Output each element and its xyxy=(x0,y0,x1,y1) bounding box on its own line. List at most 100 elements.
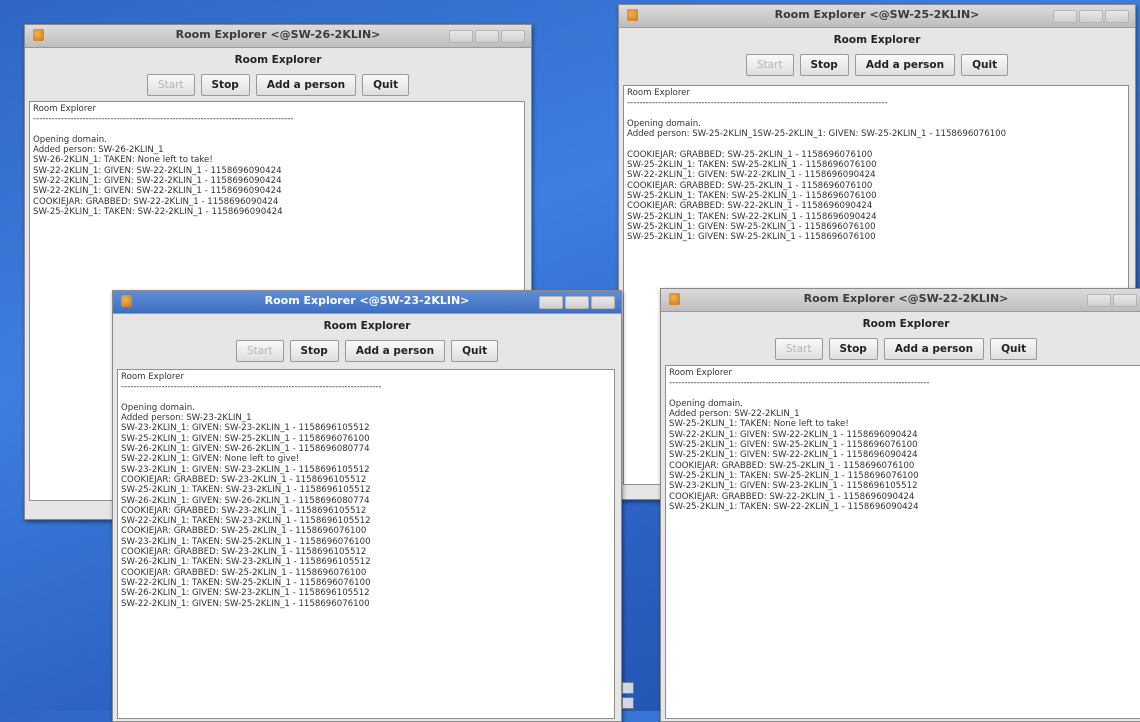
log-line: Added person: SW-23-2KLIN_1 xyxy=(121,413,252,424)
log-line: SW-25-2KLIN_1: TAKEN: SW-25-2KLIN_1 - 11… xyxy=(627,190,877,201)
add-person-button[interactable]: Add a person xyxy=(255,74,357,96)
log-line: SW-22-2KLIN_1: GIVEN: SW-22-2KLIN_1 - 11… xyxy=(669,429,918,440)
window-controls xyxy=(1053,10,1129,23)
minimize-icon[interactable] xyxy=(1087,294,1111,307)
window-sw-22[interactable]: Room Explorer <@SW-22-2KLIN> Room Explor… xyxy=(660,288,1140,722)
title-bar[interactable]: Room Explorer <@SW-25-2KLIN> xyxy=(619,5,1135,28)
log-line: SW-23-2KLIN_1: GIVEN: SW-23-2KLIN_1 - 11… xyxy=(669,481,918,492)
log-line: Added person: SW-26-2KLIN_1 xyxy=(33,145,164,156)
log-line: SW-23-2KLIN_1: GIVEN: SW-23-2KLIN_1 - 11… xyxy=(121,464,370,475)
log-line: SW-22-2KLIN_1: GIVEN: SW-22-2KLIN_1 - 11… xyxy=(33,186,282,197)
title-bar[interactable]: Room Explorer <@SW-23-2KLIN> xyxy=(113,291,621,314)
quit-button[interactable]: Quit xyxy=(961,54,1009,76)
log-line: Room Explorer xyxy=(669,368,732,378)
log-line: SW-25-2KLIN_1: TAKEN: SW-23-2KLIN_1 - 11… xyxy=(121,485,371,496)
minimize-icon[interactable] xyxy=(449,30,473,43)
maximize-icon[interactable] xyxy=(1113,294,1137,307)
log-line: COOKIEJAR: GRABBED: SW-22-2KLIN_1 - 1158… xyxy=(33,196,279,207)
log-line: SW-25-2KLIN_1: TAKEN: SW-22-2KLIN_1 - 11… xyxy=(33,206,283,217)
log-line: SW-25-2KLIN_1: TAKEN: SW-22-2KLIN_1 - 11… xyxy=(669,501,919,512)
log-line: Opening domain. xyxy=(627,118,701,129)
add-person-button[interactable]: Add a person xyxy=(883,338,985,360)
toolbar: Start Stop Add a person Quit xyxy=(25,74,531,96)
minimize-icon[interactable] xyxy=(1053,10,1077,23)
log-line: COOKIEJAR: GRABBED: SW-25-2KLIN_1 - 1158… xyxy=(669,460,915,471)
maximize-icon[interactable] xyxy=(1079,10,1103,23)
log-line: SW-26-2KLIN_1: GIVEN: SW-26-2KLIN_1 - 11… xyxy=(121,444,370,455)
stop-button[interactable]: Stop xyxy=(200,74,250,96)
add-person-button[interactable]: Add a person xyxy=(854,54,956,76)
toolbar: Start Stop Add a person Quit xyxy=(113,340,621,362)
log-line: SW-25-2KLIN_1: GIVEN: SW-25-2KLIN_1 - 11… xyxy=(627,232,876,243)
start-button[interactable]: Start xyxy=(146,74,195,96)
quit-button[interactable]: Quit xyxy=(362,74,410,96)
maximize-icon[interactable] xyxy=(565,296,589,309)
window-controls xyxy=(539,296,615,309)
start-button[interactable]: Start xyxy=(745,54,794,76)
log-line: ----------------------------------------… xyxy=(33,114,294,125)
log-line: COOKIEJAR: GRABBED: SW-25-2KLIN_1 - 1158… xyxy=(121,567,367,578)
stop-button[interactable]: Stop xyxy=(828,338,878,360)
log-line: SW-26-2KLIN_1: GIVEN: SW-23-2KLIN_1 - 11… xyxy=(121,588,370,599)
window-title: Room Explorer <@SW-22-2KLIN> xyxy=(803,292,1009,305)
quit-button[interactable]: Quit xyxy=(451,340,499,362)
log-line: SW-22-2KLIN_1: TAKEN: SW-25-2KLIN_1 - 11… xyxy=(121,577,371,588)
toolbar: Start Stop Add a person Quit xyxy=(661,338,1140,360)
log-area[interactable]: Room Explorer ---------------------------… xyxy=(117,369,615,719)
window-controls xyxy=(449,30,525,43)
log-line: SW-22-2KLIN_1: GIVEN: SW-22-2KLIN_1 - 11… xyxy=(33,176,282,187)
stop-button[interactable]: Stop xyxy=(799,54,849,76)
log-line: SW-25-2KLIN_1: GIVEN: SW-25-2KLIN_1 - 11… xyxy=(627,221,876,232)
log-line: SW-23-2KLIN_1: TAKEN: SW-25-2KLIN_1 - 11… xyxy=(121,536,371,547)
close-icon[interactable] xyxy=(501,30,525,43)
window-sw-23[interactable]: Room Explorer <@SW-23-2KLIN> Room Explor… xyxy=(112,290,622,722)
start-button[interactable]: Start xyxy=(235,340,284,362)
log-line: Room Explorer xyxy=(33,104,96,114)
start-button[interactable]: Start xyxy=(774,338,823,360)
log-line: Opening domain. xyxy=(121,402,195,413)
log-line: COOKIEJAR: GRABBED: SW-25-2KLIN_1 - 1158… xyxy=(627,149,873,160)
log-line: SW-25-2KLIN_1: TAKEN: SW-25-2KLIN_1 - 11… xyxy=(627,160,877,171)
taskbar-icon[interactable] xyxy=(622,697,634,709)
log-line: COOKIEJAR: GRABBED: SW-23-2KLIN_1 - 1158… xyxy=(121,547,367,558)
log-line: SW-22-2KLIN_1: GIVEN: SW-22-2KLIN_1 - 11… xyxy=(627,170,876,181)
log-line: ----------------------------------------… xyxy=(121,382,382,393)
quit-button[interactable]: Quit xyxy=(990,338,1038,360)
log-line: SW-25-2KLIN_1: GIVEN: SW-22-2KLIN_1 - 11… xyxy=(669,450,918,461)
log-line: SW-26-2KLIN_1: TAKEN: None left to take! xyxy=(33,155,213,166)
title-bar[interactable]: Room Explorer <@SW-26-2KLIN> xyxy=(25,25,531,48)
log-line: COOKIEJAR: GRABBED: SW-25-2KLIN_1 - 1158… xyxy=(121,526,367,537)
log-line: ----------------------------------------… xyxy=(669,378,930,389)
log-area[interactable]: Room Explorer ---------------------------… xyxy=(665,365,1140,719)
log-line: SW-22-2KLIN_1: GIVEN: SW-25-2KLIN_1 - 11… xyxy=(121,598,370,609)
window-controls xyxy=(1087,294,1137,307)
title-bar[interactable]: Room Explorer <@SW-22-2KLIN> xyxy=(661,289,1140,312)
log-line: Added person: SW-22-2KLIN_1 xyxy=(669,409,800,420)
window-header: Room Explorer xyxy=(833,34,921,46)
maximize-icon[interactable] xyxy=(475,30,499,43)
log-line: SW-25-2KLIN_1: GIVEN: SW-25-2KLIN_1 - 11… xyxy=(669,440,918,451)
log-line: Opening domain. xyxy=(33,134,107,145)
window-header: Room Explorer xyxy=(862,318,950,330)
log-line: SW-25-2KLIN_1: TAKEN: None left to take! xyxy=(669,419,849,430)
log-line: SW-25-2KLIN_1: GIVEN: SW-25-2KLIN_1 - 11… xyxy=(121,433,370,444)
toolbar: Start Stop Add a person Quit xyxy=(619,54,1135,76)
close-icon[interactable] xyxy=(1105,10,1129,23)
log-line: ----------------------------------------… xyxy=(627,98,888,109)
taskbar-icon[interactable] xyxy=(622,682,634,694)
log-line: SW-25-2KLIN_1: TAKEN: SW-22-2KLIN_1 - 11… xyxy=(627,211,877,222)
log-line: SW-26-2KLIN_1: GIVEN: SW-26-2KLIN_1 - 11… xyxy=(121,495,370,506)
stop-button[interactable]: Stop xyxy=(289,340,339,362)
log-line: SW-25-2KLIN_1: TAKEN: SW-25-2KLIN_1 - 11… xyxy=(669,470,919,481)
log-line: COOKIEJAR: GRABBED: SW-22-2KLIN_1 - 1158… xyxy=(669,491,915,502)
log-line: SW-22-2KLIN_1: TAKEN: SW-23-2KLIN_1 - 11… xyxy=(121,516,371,527)
add-person-button[interactable]: Add a person xyxy=(344,340,446,362)
minimize-icon[interactable] xyxy=(539,296,563,309)
log-line: Opening domain. xyxy=(669,398,743,409)
close-icon[interactable] xyxy=(591,296,615,309)
